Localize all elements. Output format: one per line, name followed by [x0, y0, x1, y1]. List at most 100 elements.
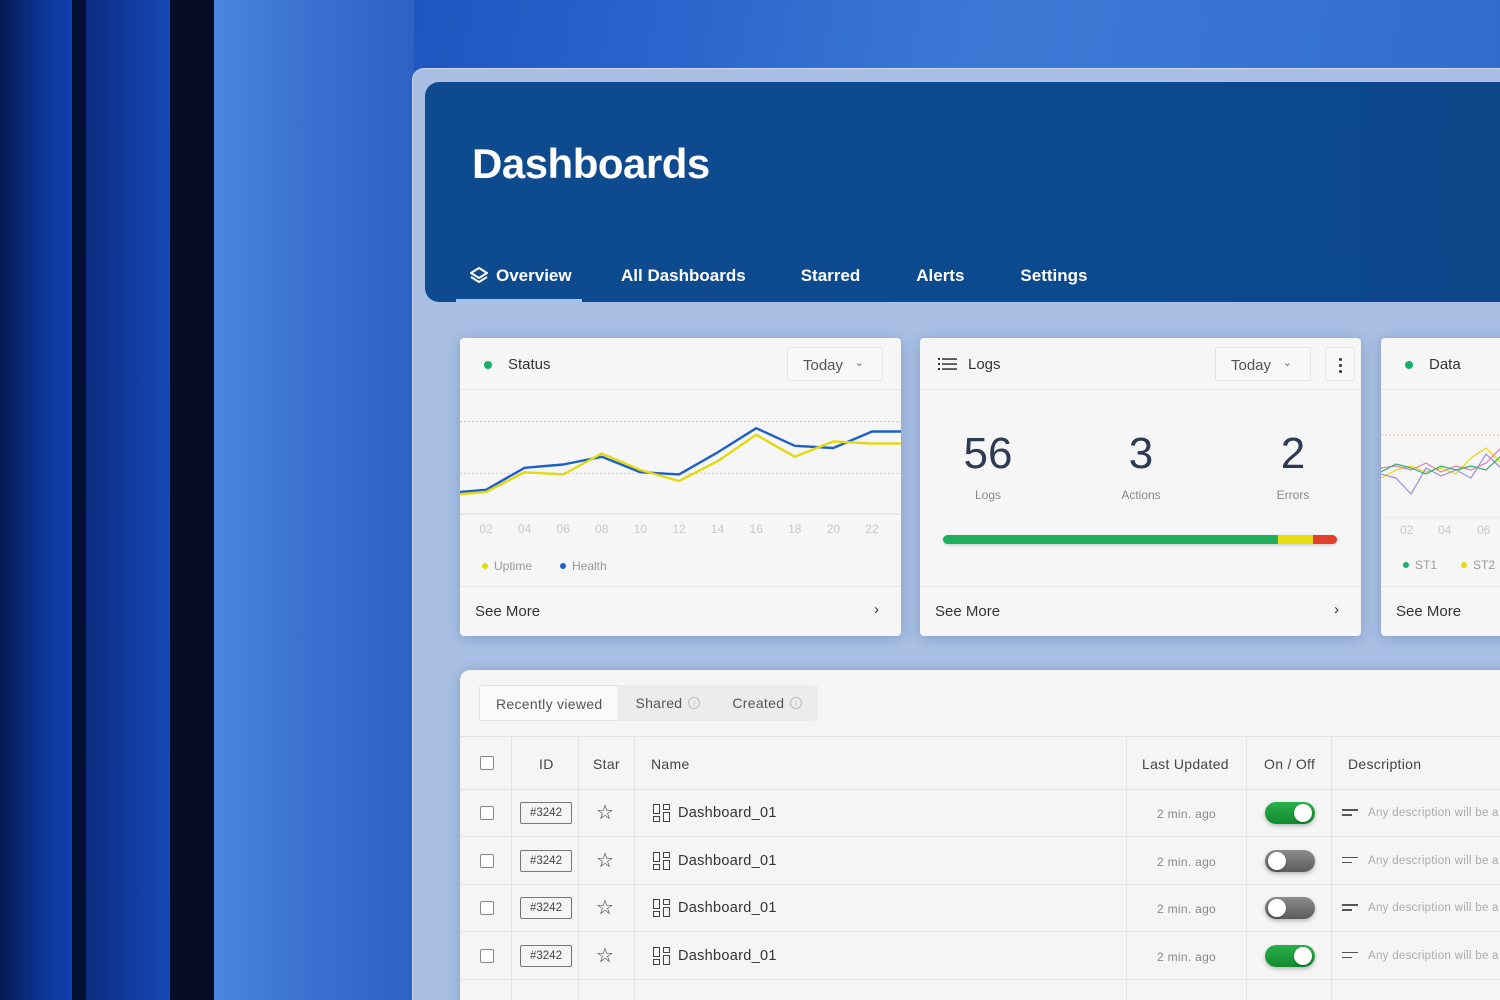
- on-off-toggle[interactable]: [1265, 802, 1315, 824]
- column-header-on-off[interactable]: On / Off: [1264, 756, 1315, 772]
- on-off-toggle[interactable]: [1265, 849, 1315, 872]
- legend-label: Health: [572, 559, 607, 573]
- table-subtabs: Recently viewed Shared i Created i: [479, 685, 819, 721]
- dashboard-name-link[interactable]: Dashboard_01: [678, 900, 777, 916]
- star-icon[interactable]: ☆: [596, 848, 614, 873]
- x-tick-label: 04: [1438, 523, 1452, 537]
- see-more-link[interactable]: See More ›: [460, 586, 901, 636]
- stat-logs: 56 Logs: [928, 429, 1048, 503]
- description-icon: [1342, 856, 1358, 865]
- tab-settings[interactable]: Settings: [1020, 256, 1087, 302]
- range-dropdown[interactable]: Today ⌄: [1215, 347, 1311, 381]
- star-icon[interactable]: ☆: [596, 895, 614, 920]
- chevron-down-icon: ⌄: [1282, 357, 1292, 369]
- column-header-last-updated[interactable]: Last Updated: [1142, 756, 1229, 772]
- subtab-recently-viewed[interactable]: Recently viewed: [479, 685, 620, 721]
- stat-value: 56: [963, 429, 1013, 478]
- id-badge: #3242: [520, 944, 572, 967]
- subtab-label: Shared: [635, 695, 683, 711]
- stat-actions: 3 Actions: [1081, 429, 1201, 503]
- see-more-label: See More: [1396, 603, 1462, 620]
- column-header-name[interactable]: Name: [651, 756, 690, 772]
- stat-value: 3: [1128, 429, 1154, 478]
- description-text: Any description will be a: [1368, 902, 1499, 914]
- column-header-id[interactable]: ID: [539, 756, 554, 772]
- background-strip: [72, 0, 86, 1000]
- on-off-toggle[interactable]: [1265, 944, 1315, 967]
- select-all-checkbox[interactable]: [480, 756, 494, 770]
- background-strip: [86, 0, 170, 1000]
- subtab-created[interactable]: Created i: [716, 685, 818, 721]
- x-tick-label: 06: [1477, 523, 1491, 537]
- tab-overview[interactable]: Overview: [456, 256, 582, 302]
- background-strip: [170, 0, 214, 1000]
- subtab-shared[interactable]: Shared i: [619, 685, 716, 721]
- column-header-description[interactable]: Description: [1348, 756, 1421, 772]
- dashboard-grid-icon: [653, 946, 671, 965]
- legend-item: ST1: [1403, 558, 1437, 572]
- column-header-star[interactable]: Star: [593, 756, 620, 772]
- table-header: ID Star Name Last Updated On / Off Descr…: [460, 736, 1500, 790]
- stat-label: Actions: [1121, 488, 1161, 502]
- chevron-down-icon: ⌄: [854, 357, 864, 369]
- background-strip: [214, 0, 414, 1000]
- row-checkbox[interactable]: [480, 853, 494, 868]
- id-badge: #3242: [520, 849, 572, 872]
- table-row[interactable]: #3242 ☆ Dashboard_01 2 min. ago Any descript…: [460, 885, 1500, 932]
- see-more-link[interactable]: See More ›: [920, 586, 1361, 636]
- dashboard-name-link[interactable]: Dashboard_01: [678, 853, 777, 869]
- star-icon[interactable]: ☆: [596, 943, 614, 968]
- row-checkbox[interactable]: [480, 806, 494, 820]
- more-options-icon[interactable]: [1325, 347, 1355, 381]
- status-dot-icon: [484, 361, 492, 369]
- tab-starred[interactable]: Starred: [801, 256, 861, 302]
- last-updated-text: 2 min. ago: [1157, 902, 1217, 916]
- legend-swatch: [1461, 562, 1467, 568]
- table-row[interactable]: #3242 ☆ Dashboard_01 2 min. ago Any descript…: [460, 933, 1500, 980]
- card-title: Data: [1429, 356, 1461, 373]
- table-row[interactable]: #3242 ☆ Dashboard_01 2 min. ago Any descript…: [460, 838, 1500, 885]
- tab-label: Alerts: [916, 266, 965, 285]
- description-text: Any description will be a: [1368, 807, 1499, 819]
- last-updated-text: 2 min. ago: [1157, 807, 1217, 821]
- range-dropdown[interactable]: Today ⌄: [787, 347, 883, 381]
- log-progress-bar: [943, 535, 1337, 544]
- x-tick-label: 04: [518, 522, 532, 536]
- progress-segment-error: [1313, 535, 1337, 544]
- row-checkbox[interactable]: [480, 901, 494, 915]
- x-tick-label: 02: [1400, 523, 1414, 537]
- list-icon: [938, 357, 958, 371]
- description-text: Any description will be a: [1368, 854, 1499, 867]
- subtab-label: Recently viewed: [496, 696, 603, 712]
- page-title: Dashboards: [472, 140, 710, 187]
- tab-alerts[interactable]: Alerts: [916, 256, 964, 302]
- on-off-toggle[interactable]: [1265, 897, 1315, 919]
- stat-label: Logs: [974, 488, 1002, 502]
- data-card: Data 02 04 06 ST1 ST2 See More: [1381, 338, 1500, 636]
- legend-label: ST1: [1415, 558, 1438, 572]
- legend-swatch: [560, 563, 566, 569]
- legend-item: Health: [560, 559, 607, 573]
- layers-icon: [470, 267, 488, 285]
- toggle-knob: [1268, 899, 1286, 917]
- dashboard-name-link[interactable]: Dashboard_01: [678, 948, 777, 964]
- dropdown-value: Today: [803, 357, 844, 374]
- tab-all-dashboards[interactable]: All Dashboards: [621, 256, 746, 302]
- stat-errors: 2 Errors: [1233, 432, 1353, 503]
- legend-item: Uptime: [482, 559, 532, 573]
- row-checkbox[interactable]: [480, 948, 494, 963]
- see-more-link[interactable]: See More: [1381, 586, 1500, 636]
- tab-label: Overview: [496, 266, 572, 285]
- card-header: Data: [1381, 338, 1500, 390]
- toggle-knob: [1294, 946, 1312, 965]
- dashboard-name-link[interactable]: Dashboard_01: [678, 805, 777, 821]
- description-icon: [1342, 904, 1358, 912]
- x-tick-label: 10: [634, 522, 648, 536]
- id-badge: #3242: [520, 897, 572, 919]
- see-more-label: See More: [935, 603, 1001, 620]
- tab-label: All Dashboards: [621, 266, 746, 285]
- star-icon[interactable]: ☆: [596, 800, 614, 825]
- x-tick-label: 18: [788, 522, 802, 536]
- card-header: Status Today ⌄: [460, 338, 901, 390]
- table-row[interactable]: #3242 ☆ Dashboard_01 2 min. ago Any descript…: [460, 790, 1500, 837]
